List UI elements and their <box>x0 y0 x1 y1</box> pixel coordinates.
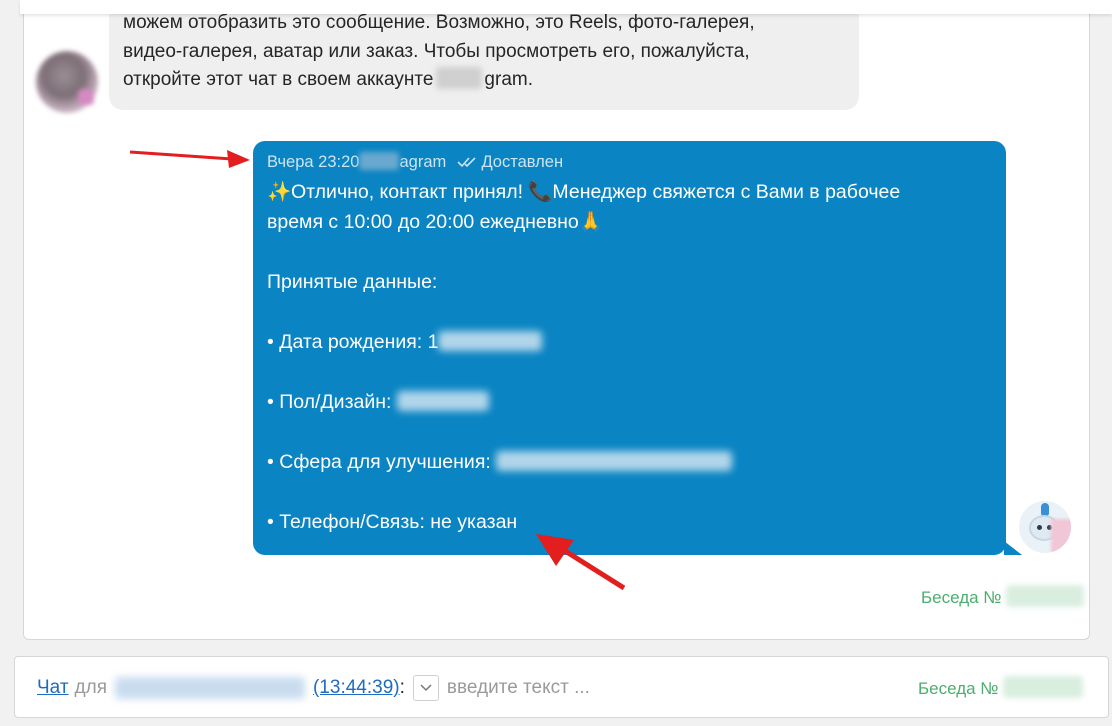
message-input[interactable] <box>446 677 887 699</box>
bot-eye <box>1037 525 1042 530</box>
redacted-value <box>396 391 489 411</box>
data-phone: • Телефон/Связь: не указан <box>267 511 518 533</box>
message-time: Вчера 23:20 <box>267 153 360 171</box>
message-line-text: Отлично, контакт принял! <box>291 181 523 203</box>
data-gender: • Пол/Дизайн: <box>267 387 992 417</box>
redacted-text <box>436 67 483 89</box>
data-header: Принятые данные: <box>267 271 438 293</box>
chat-history-panel: можем отобразить это сообщение. Возможно… <box>23 0 1090 640</box>
redacted-client-name[interactable] <box>114 677 305 699</box>
delivery-status: Доставлен <box>457 153 563 171</box>
incoming-line-suffix: gram. <box>484 69 533 90</box>
for-label: для <box>74 677 107 698</box>
client-avatar[interactable] <box>36 51 98 113</box>
data-sphere: • Сфера для улучшения: <box>267 447 992 477</box>
redacted-value <box>1006 585 1085 607</box>
incoming-line: видео-галерея, аватар или заказ. Чтобы п… <box>123 40 750 62</box>
chat-link[interactable]: Чат <box>37 675 69 701</box>
time-link[interactable]: (13:44:39) <box>313 675 400 701</box>
message-channel: agram <box>399 153 447 171</box>
outgoing-message-bubble: Вчера 23:20 agram Доставлен ✨Отлично, кон… <box>253 141 1022 555</box>
incoming-line: откройте этот чат в своем аккаунте gram. <box>123 66 845 95</box>
instagram-badge-icon <box>78 89 94 105</box>
data-sphere-label: • Сфера для улучшения: <box>267 451 491 473</box>
incoming-message-bubble: можем отобразить это сообщение. Возможно… <box>109 0 859 110</box>
data-birthdate: • Дата рождения: 1 <box>267 327 992 357</box>
phone-icon: 📞 <box>528 181 553 203</box>
message-line: время с 10:00 до 20:00 ежедневно🙏 <box>267 207 992 237</box>
input-row: Чат для (13:44:39) : <box>37 675 887 701</box>
conversation-number[interactable]: Беседа № <box>921 585 1085 608</box>
message-text: ✨Отлично, контакт принял! 📞Менеджер свяж… <box>267 177 992 537</box>
folded-hands-icon: 🙏 <box>578 211 604 233</box>
incoming-line-text: откройте этот чат в своем аккаунте <box>123 69 434 90</box>
data-gender-label: • Пол/Дизайн: <box>267 391 392 413</box>
colon: : <box>399 677 405 698</box>
bot-avatar[interactable] <box>1019 501 1071 553</box>
delivery-status-text: Доставлен <box>481 153 564 171</box>
redacted-value <box>438 331 543 351</box>
header-edge <box>20 0 1112 14</box>
message-line-text: Менеджер свяжется с Вами в рабочее <box>552 181 901 203</box>
redacted-value <box>1002 676 1083 698</box>
message-line-text: время с 10:00 до 20:00 ежедневно <box>267 211 579 233</box>
message-meta: Вчера 23:20 agram Доставлен <box>267 151 992 173</box>
bubble-tail <box>1004 541 1022 555</box>
chevron-down-icon <box>420 684 432 692</box>
message-line: ✨Отлично, контакт принял! 📞Менеджер свяж… <box>267 177 992 207</box>
redacted-value <box>496 451 733 471</box>
template-dropdown[interactable] <box>412 675 439 701</box>
conversation-number-bottom[interactable]: Беседа № <box>918 676 1083 699</box>
double-check-icon <box>457 157 476 168</box>
redacted-text <box>359 152 400 170</box>
conversation-number-label: Беседа № <box>921 588 1002 607</box>
sparkle-icon: ✨ <box>267 181 292 203</box>
conversation-number-label: Беседа № <box>918 679 999 698</box>
redacted-badge <box>1051 519 1071 553</box>
data-birthdate-label: • Дата рождения: 1 <box>267 331 439 353</box>
